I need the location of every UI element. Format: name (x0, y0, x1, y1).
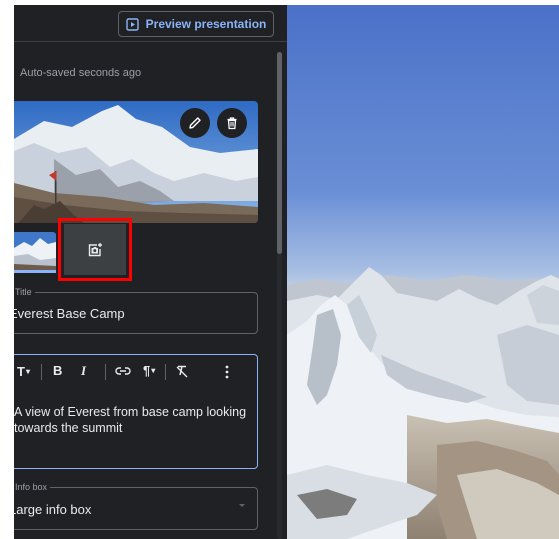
scrollbar-thumb[interactable] (277, 52, 282, 254)
app-frame: Preview presentation Auto-saved seconds … (14, 5, 559, 539)
italic-button[interactable]: I (81, 363, 86, 379)
trash-icon (225, 116, 239, 130)
more-options-icon[interactable] (225, 365, 229, 379)
title-field[interactable]: Title Everest Base Camp (14, 286, 258, 334)
clear-formatting-icon[interactable] (175, 364, 189, 378)
preview-presentation-button[interactable]: Preview presentation (118, 11, 274, 37)
thumbnail-selected-indicator (14, 270, 56, 273)
earth-map-view[interactable] (287, 5, 559, 539)
title-input[interactable]: Everest Base Camp (14, 306, 125, 321)
description-text[interactable]: A view of Everest from base camp looking… (14, 404, 249, 436)
info-box-select[interactable]: Info box Large info box (14, 481, 258, 530)
paragraph-style-button[interactable]: ¶ ▾ (143, 363, 155, 378)
photo-thumbnail[interactable] (14, 232, 56, 272)
link-icon[interactable] (115, 366, 131, 376)
text-size-button[interactable]: T ▾ (17, 364, 30, 379)
delete-photo-button[interactable] (217, 108, 247, 138)
editor-panel: Preview presentation Auto-saved seconds … (14, 5, 287, 539)
description-editor[interactable]: T ▾ B I ¶ ▾ A view of Everest from base ca… (14, 354, 258, 469)
toolbar-divider (14, 41, 287, 42)
info-box-value: Large info box (14, 502, 92, 517)
highlight-box (58, 218, 132, 281)
bold-button[interactable]: B (53, 363, 62, 378)
info-box-label: Info box (14, 481, 51, 493)
autosave-status: Auto-saved seconds ago (20, 67, 142, 79)
edit-photo-button[interactable] (180, 108, 210, 138)
dropdown-caret-icon (239, 504, 245, 507)
title-field-label: Title (14, 286, 35, 298)
formatting-toolbar: T ▾ B I ¶ ▾ (14, 355, 257, 388)
play-box-icon (125, 17, 139, 31)
preview-presentation-label: Preview presentation (145, 17, 267, 31)
pencil-icon (188, 116, 202, 130)
